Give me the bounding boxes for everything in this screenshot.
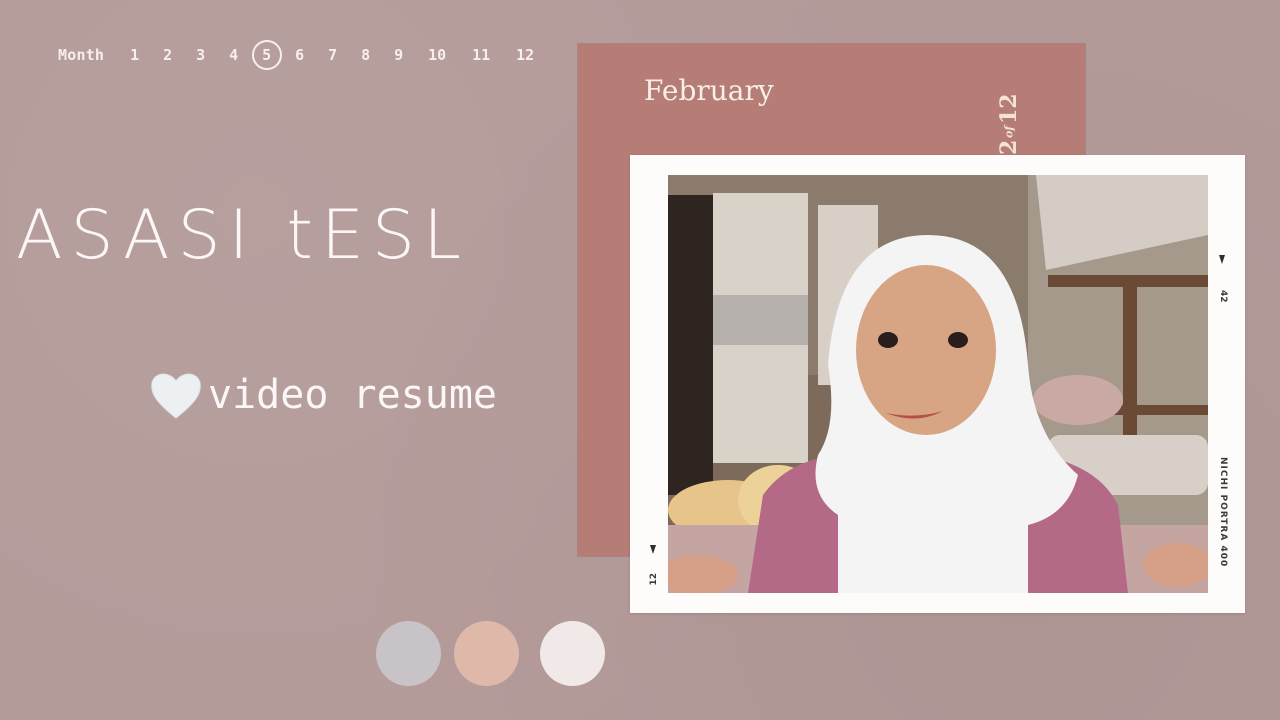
page-total: 12 xyxy=(996,93,1022,124)
photo-frame: 42 NICHI PORTRA 400 12 xyxy=(630,155,1245,613)
calendar-page-count: 2 of 12 xyxy=(994,89,1024,159)
page-of: of xyxy=(1002,125,1016,138)
month-10: 10 xyxy=(428,46,447,64)
month-9: 9 xyxy=(394,46,404,64)
month-3: 3 xyxy=(196,46,206,64)
frame-arrow-bottom-left-icon xyxy=(650,545,656,554)
frame-arrow-top-right-icon xyxy=(1219,255,1225,264)
subtitle-text: video resume xyxy=(208,372,497,418)
palette-swatch-peach xyxy=(454,621,519,686)
main-title: ASASI tESL xyxy=(16,196,469,275)
palette-swatch-off-white xyxy=(540,621,605,686)
frame-number-left: 12 xyxy=(649,573,659,586)
month-4: 4 xyxy=(229,46,239,64)
month-7: 7 xyxy=(328,46,338,64)
month-5-current: 5 xyxy=(250,40,283,70)
month-2: 2 xyxy=(163,46,173,64)
month-12: 12 xyxy=(516,46,535,64)
page-current: 2 xyxy=(996,139,1022,156)
month-1: 1 xyxy=(130,46,140,64)
portrait-photo xyxy=(668,175,1208,593)
month-11: 11 xyxy=(472,46,491,64)
white-heart-icon xyxy=(151,373,201,419)
frame-number-right: 42 xyxy=(1218,290,1228,303)
palette-swatch-grey xyxy=(376,621,441,686)
month-label: Month xyxy=(58,46,105,64)
subtitle: video resume xyxy=(148,368,497,422)
calendar-month-name: February xyxy=(644,74,774,107)
month-6: 6 xyxy=(295,46,305,64)
month-8: 8 xyxy=(361,46,371,64)
month-strip: Month 1 2 3 4 5 6 7 8 9 10 11 12 xyxy=(58,40,547,70)
film-label: NICHI PORTRA 400 xyxy=(1218,457,1228,568)
